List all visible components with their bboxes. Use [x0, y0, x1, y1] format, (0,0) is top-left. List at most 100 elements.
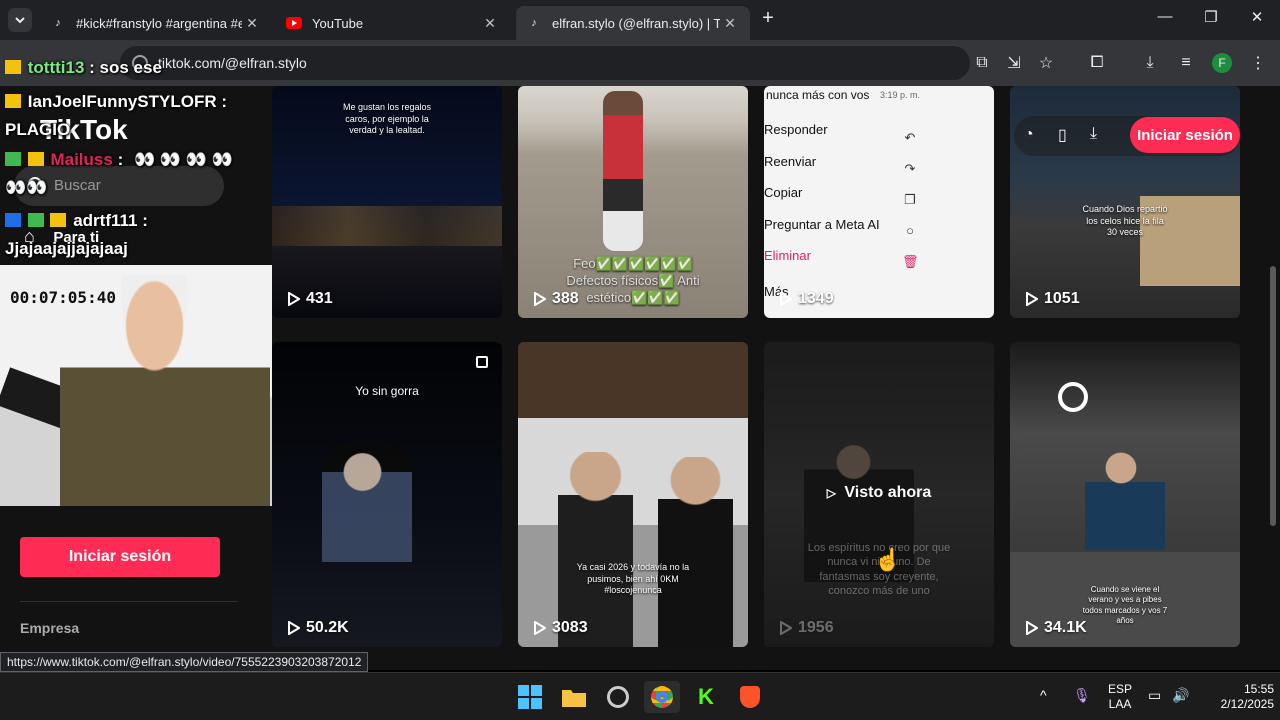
translate-icon[interactable]: ⧉: [970, 51, 994, 75]
webcam-feed: 00:07:05:40: [0, 265, 272, 506]
language-indicator[interactable]: ESP LAA: [1105, 682, 1135, 712]
tiktok-icon: ♪: [55, 17, 61, 29]
chrome-button[interactable]: [644, 681, 680, 713]
chat-menu-item: Responder: [764, 122, 828, 137]
profile-avatar[interactable]: F: [1212, 53, 1232, 73]
emote-row: 👀👀: [5, 178, 48, 197]
tab-title: #kick#franstylo #argentina #ext: [76, 15, 242, 31]
person-figure: [658, 457, 733, 647]
minimize-button[interactable]: —: [1150, 8, 1180, 32]
new-tab-button[interactable]: +: [753, 7, 783, 31]
video-card[interactable]: ▷ Visto ahora Los espíritus no creo por …: [764, 342, 994, 647]
view-count: 34.1K: [1026, 619, 1087, 637]
tab-title: elfran.stylo (@elfran.stylo) | TikT: [552, 15, 720, 31]
device-icon[interactable]: ▯: [1058, 125, 1067, 145]
youtube-icon: [286, 15, 302, 31]
windows-icon: [518, 685, 542, 709]
tab-kick[interactable]: ♪ #kick#franstylo #argentina #ext ✕: [40, 6, 272, 40]
download-icon[interactable]: ⤓: [1090, 125, 1097, 143]
stream-overlay: tottti13 : sos ese IanJoelFunnySTYLOFR :…: [0, 46, 272, 670]
microphone-icon[interactable]: 🎙: [1073, 687, 1091, 704]
play-icon: [534, 621, 546, 635]
person-figure: [558, 452, 633, 647]
chevron-down-icon: [15, 17, 25, 24]
tab-strip: ♪ #kick#franstylo #argentina #ext ✕ YouT…: [0, 0, 1280, 40]
video-card[interactable]: Me gustan los regalos caros, por ejemplo…: [272, 86, 502, 318]
multi-image-icon: [476, 356, 488, 368]
restore-button[interactable]: ❐: [1196, 8, 1226, 32]
folder-icon: [562, 690, 586, 707]
crown-badge-icon: [50, 213, 67, 227]
play-icon: [534, 292, 546, 306]
clock[interactable]: 15:55 2/12/2025: [1198, 682, 1274, 712]
kick-button[interactable]: K: [688, 681, 724, 713]
tiktok-icon[interactable]: ◔: [1024, 126, 1034, 144]
chat-menu-icons: ↶ ↷ ❐ ○ 🗑: [902, 130, 919, 269]
ring-light: [1058, 382, 1088, 412]
brave-icon: [740, 686, 760, 708]
play-icon: [780, 621, 792, 635]
obs-button[interactable]: [600, 681, 636, 713]
play-icon: ▷: [826, 486, 836, 500]
view-count: 388: [534, 290, 579, 308]
chat-message: tottti13 : sos ese: [5, 58, 162, 78]
view-count: 1051: [1026, 290, 1080, 308]
download-icon[interactable]: ⤓: [1138, 51, 1162, 75]
watched-overlay: ▷ Visto ahora: [826, 484, 932, 501]
volume-icon[interactable]: 🔊: [1172, 687, 1189, 704]
video-card[interactable]: Yo sin gorra 50.2K: [272, 342, 502, 647]
chat-message: PLAGIO: [5, 120, 71, 139]
verified-badge-icon: [5, 213, 21, 227]
media-control-icon[interactable]: ≡: [1174, 51, 1198, 75]
network-icon[interactable]: ▭: [1148, 687, 1161, 704]
tab-tiktok-profile[interactable]: ♪ elfran.stylo (@elfran.stylo) | TikT ✕: [516, 6, 750, 40]
video-card[interactable]: nunca más con vos 3:19 p. m. Responder R…: [764, 86, 994, 318]
video-card[interactable]: Cuando se viene el verano y ves a pibes …: [1010, 342, 1240, 647]
chat-menu-item: Reenviar: [764, 154, 817, 169]
tab-search-button[interactable]: [8, 8, 32, 32]
tiktok-icon: ♪: [531, 17, 537, 29]
stream-timer: 00:07:05:40: [10, 288, 116, 307]
video-caption: Yo sin gorra: [355, 384, 419, 398]
chat-message: IanJoelFunnySTYLOFR :: [5, 92, 227, 112]
view-count: 1956: [780, 619, 834, 637]
install-app-icon[interactable]: ⇲: [1002, 51, 1026, 75]
chat-menu-item: Preguntar a Meta AI: [764, 217, 880, 232]
emote-icon: 👀 👀 👀 👀: [133, 150, 233, 169]
person-figure: [1085, 450, 1165, 550]
play-icon: [780, 292, 792, 306]
chat-header: nunca más con vos 3:19 p. m.: [766, 88, 921, 102]
play-icon: [1026, 621, 1038, 635]
extensions-icon[interactable]: ⧠: [1085, 51, 1109, 75]
play-icon: [1026, 292, 1038, 306]
top-login-button[interactable]: Iniciar sesión: [1130, 117, 1240, 153]
video-card[interactable]: Feo✅✅✅✅✅✅ Defectos físicos✅ Anti estétic…: [518, 86, 748, 318]
close-icon[interactable]: ✕: [720, 15, 740, 32]
video-card[interactable]: Ya casi 2026 y todavía no la pusimos, bi…: [518, 342, 748, 647]
tab-title: YouTube: [312, 15, 364, 31]
brave-button[interactable]: [732, 681, 768, 713]
view-count: 3083: [534, 619, 588, 637]
close-window-button[interactable]: ✕: [1242, 8, 1272, 32]
view-count: 50.2K: [288, 619, 349, 637]
show-hidden-icons-icon[interactable]: ^: [1040, 687, 1047, 703]
video-thumbnail: [272, 206, 502, 246]
chat-message: Mailuss : 👀 👀 👀 👀: [5, 150, 233, 170]
tab-youtube[interactable]: YouTube ✕: [276, 6, 510, 40]
hand-cursor-icon: ☝: [874, 547, 902, 572]
file-explorer-button[interactable]: [556, 681, 592, 713]
video-caption: Cuando Dios repartió los celos hice la f…: [1082, 204, 1168, 238]
video-caption: Ya casi 2026 y todavía no la pusimos, bi…: [576, 562, 690, 596]
close-icon[interactable]: ✕: [480, 15, 500, 32]
chat-message: Jjajaajajjajajaaj: [5, 239, 128, 258]
menu-kebab-icon[interactable]: ⋮: [1246, 51, 1270, 75]
obs-icon: [607, 686, 629, 708]
close-icon[interactable]: ✕: [242, 15, 262, 32]
start-button[interactable]: [512, 681, 548, 713]
page-scrollbar[interactable]: [1270, 266, 1276, 526]
view-count: 1349: [780, 290, 834, 308]
bookmark-star-icon[interactable]: ☆: [1034, 51, 1058, 75]
chat-message: adrtf111 :: [5, 211, 148, 231]
crown-badge-icon: [5, 94, 21, 108]
streamer-figure: [60, 275, 270, 506]
